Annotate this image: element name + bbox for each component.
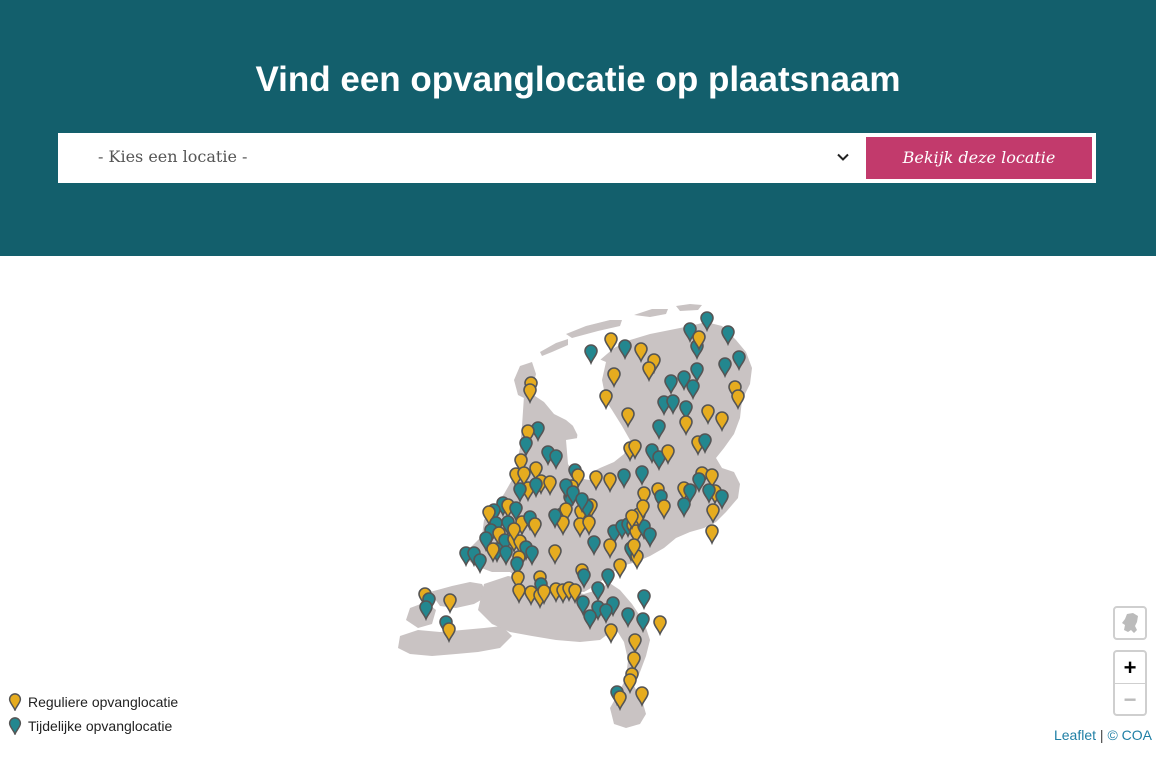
- marker-regular[interactable]: [604, 623, 618, 643]
- map-container[interactable]: [0, 256, 1156, 760]
- location-search-bar: - Kies een locatie - Bekijk deze locatie: [58, 133, 1096, 183]
- marker-regular[interactable]: [613, 558, 627, 578]
- legend-item-regular: Reguliere opvanglocatie: [8, 690, 178, 714]
- marker-temporary[interactable]: [473, 553, 487, 573]
- chevron-down-icon: [837, 153, 849, 161]
- zoom-control: + −: [1113, 650, 1147, 716]
- reset-view-button[interactable]: [1113, 606, 1147, 640]
- land-zeeland-north: [430, 582, 488, 608]
- netherlands-map-icon: [1122, 613, 1138, 633]
- marker-regular[interactable]: [653, 615, 667, 635]
- marker-temporary-icon: [8, 717, 22, 735]
- map-attribution: Leaflet | © COA: [1054, 727, 1152, 743]
- marker-regular[interactable]: [443, 593, 457, 613]
- page-header: Vind een opvanglocatie op plaatsnaam - K…: [0, 0, 1156, 256]
- attribution-separator: |: [1096, 727, 1108, 743]
- page-title: Vind een opvanglocatie op plaatsnaam: [255, 60, 901, 99]
- marker-temporary[interactable]: [637, 589, 651, 609]
- legend-item-temporary: Tijdelijke opvanglocatie: [8, 714, 178, 738]
- zoom-out-button[interactable]: −: [1115, 684, 1145, 714]
- location-select-placeholder: - Kies een locatie -: [98, 147, 248, 166]
- island-schiermonnikoog: [676, 304, 702, 311]
- view-location-button[interactable]: Bekijk deze locatie: [866, 137, 1092, 179]
- marker-regular-icon: [8, 693, 22, 711]
- map-legend: Reguliere opvanglocatie Tijdelijke opvan…: [8, 690, 178, 738]
- leaflet-link[interactable]: Leaflet: [1054, 727, 1096, 743]
- marker-temporary[interactable]: [601, 568, 615, 588]
- coa-link[interactable]: © COA: [1107, 727, 1152, 743]
- netherlands-map: [398, 304, 752, 728]
- zoom-in-button[interactable]: +: [1115, 652, 1145, 684]
- legend-label-regular: Reguliere opvanglocatie: [28, 694, 179, 710]
- marker-regular[interactable]: [705, 524, 719, 544]
- legend-label-temporary: Tijdelijke opvanglocatie: [28, 718, 173, 734]
- island-ameland: [634, 309, 668, 317]
- location-select[interactable]: - Kies een locatie -: [58, 133, 866, 183]
